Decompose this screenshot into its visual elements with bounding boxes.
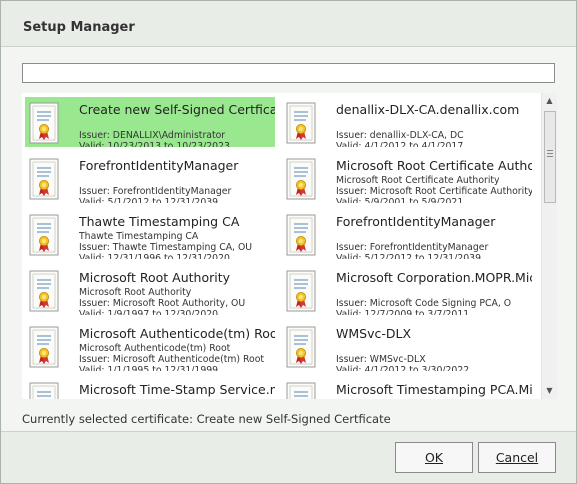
- cancel-button[interactable]: Cancel: [478, 442, 556, 473]
- certificate-detail-line: Valid: 10/23/2013 to 10/23/2023: [79, 141, 230, 147]
- certificate-title: WMSvc-DLX: [336, 326, 412, 341]
- certificate-detail-line: Issuer: DENALLIX\Administrator: [79, 130, 226, 141]
- certificate-details: Issuer: DENALLIX\Administrator Valid: 10/…: [79, 119, 275, 147]
- certificate-detail-line: [336, 287, 532, 298]
- certificate-item[interactable]: Microsoft Timestamping PCA.Microsoft: [282, 377, 532, 399]
- certificate-detail-line: Issuer: Microsoft Code Signing PCA, O: [336, 298, 512, 309]
- certificate-title: Microsoft Corporation.MOPR.Microsoft Cor…: [336, 270, 532, 285]
- certificate-details: Microsoft Authenticode(tm) Root Issuer: M…: [79, 343, 275, 371]
- certificate-detail-line: Thawte Timestamping CA: [79, 231, 199, 242]
- vertical-scrollbar[interactable]: ▲ ▼: [541, 93, 557, 399]
- certificate-item[interactable]: Microsoft Corporation.MOPR.Microsoft Cor…: [282, 265, 532, 315]
- certificate-title: Microsoft Authenticode(tm) Root Authorit…: [79, 326, 275, 341]
- certificate-details: Issuer: WMSvc-DLX Valid: 4/1/2012 to 3/30…: [336, 343, 532, 371]
- scroll-up-arrow-icon[interactable]: ▲: [542, 93, 557, 109]
- certificate-icon: [286, 214, 316, 256]
- certificate-detail-line: Issuer: ForefrontIdentityManager: [79, 186, 232, 197]
- certificate-item[interactable]: Microsoft Root Certificate AuthorityMicr…: [282, 153, 532, 203]
- title-bar: Setup Manager: [1, 1, 576, 47]
- thumb-grip-icon: [547, 150, 553, 157]
- certificate-icon: [286, 158, 316, 200]
- search-input[interactable]: [22, 63, 555, 83]
- certificate-title: Create new Self-Signed Certficate: [79, 102, 275, 117]
- certificate-icon: [286, 326, 316, 368]
- certificate-details: Issuer: denallix-DLX-CA, DC Valid: 4/1/20…: [336, 119, 532, 147]
- certificate-item[interactable]: Microsoft Root Authority Microsoft Root A…: [25, 265, 275, 315]
- certificate-item[interactable]: Microsoft Time-Stamp Service.microsoft.c…: [25, 377, 275, 399]
- certificate-icon: [29, 158, 59, 200]
- certificate-details: Issuer: ForefrontIdentityManager Valid: 5…: [336, 231, 532, 259]
- certificate-detail-line: Issuer: Microsoft Root Authority, OU: [79, 298, 246, 309]
- selected-certificate-status: Currently selected certificate: Create n…: [22, 412, 391, 426]
- certificate-title: Microsoft Time-Stamp Service.microsoft.c…: [79, 382, 275, 397]
- certificate-detail-line: [336, 231, 532, 242]
- certificate-detail-line: Issuer: Thawte Timestamping CA, OU: [79, 242, 253, 253]
- certificate-detail-line: [79, 175, 275, 186]
- certificate-icon: [286, 102, 316, 144]
- certificate-title: denallix-DLX-CA.denallix.com: [336, 102, 520, 117]
- certificate-detail-line: Microsoft Authenticode(tm) Root: [79, 343, 231, 354]
- certificate-title: Microsoft Timestamping PCA.Microsoft: [336, 382, 532, 397]
- certificate-item[interactable]: denallix-DLX-CA.denallix.com Issuer: dena…: [282, 97, 532, 147]
- certificate-detail-line: Microsoft Root Authority: [79, 287, 192, 298]
- certificate-item[interactable]: ForefrontIdentityManager Issuer: Forefron…: [25, 153, 275, 203]
- certificate-icon: [29, 382, 59, 399]
- certificate-detail-line: [79, 119, 275, 130]
- certificate-detail-line: Valid: 1/1/1995 to 12/31/1999: [79, 365, 219, 371]
- certificate-detail-line: Issuer: Microsoft Root Certificate Autho…: [336, 186, 532, 197]
- certificate-detail-line: Microsoft Root Certificate Authority: [336, 175, 500, 186]
- certificate-icon: [286, 270, 316, 312]
- certificate-icon: [286, 382, 316, 399]
- certificate-detail-line: Valid: 5/1/2012 to 12/31/2039: [79, 197, 219, 203]
- certificate-title: Microsoft Root Authority: [79, 270, 231, 285]
- ok-button[interactable]: OK: [395, 442, 473, 473]
- certificate-item[interactable]: WMSvc-DLX Issuer: WMSvc-DLX Valid: 4/1/201…: [282, 321, 532, 371]
- certificate-title: ForefrontIdentityManager: [336, 214, 496, 229]
- certificate-item[interactable]: Microsoft Authenticode(tm) Root Authorit…: [25, 321, 275, 371]
- certificate-detail-line: Issuer: Microsoft Authenticode(tm) Root: [79, 354, 265, 365]
- certificate-list[interactable]: Create new Self-Signed Certficate Issuer:…: [22, 93, 557, 399]
- certificate-title: Thawte Timestamping CA: [79, 214, 240, 229]
- certificate-detail-line: Valid: 1/9/1997 to 12/30/2020: [79, 309, 219, 315]
- certificate-detail-line: Valid: 4/1/2012 to 3/30/2022: [336, 365, 470, 371]
- setup-manager-dialog: Setup Manager Create new Self-Signed Cer…: [0, 0, 577, 484]
- certificate-details: Microsoft Root Authority Issuer: Microsof…: [79, 287, 275, 315]
- certificate-detail-line: [336, 119, 532, 130]
- window-title: Setup Manager: [23, 20, 135, 35]
- certificate-detail-line: [336, 343, 532, 354]
- certificate-details: Microsoft Root Certificate Authority Issu…: [336, 175, 532, 203]
- certificate-details: Issuer: Microsoft Code Signing PCA, O Val…: [336, 287, 532, 315]
- dialog-footer: OK Cancel: [1, 431, 576, 483]
- certificate-icon: [29, 214, 59, 256]
- certificate-detail-line: Valid: 12/31/1996 to 12/31/2020: [79, 253, 230, 259]
- certificate-title: Microsoft Root Certificate Authority: [336, 158, 532, 173]
- certificate-details: Thawte Timestamping CA Issuer: Thawte Tim…: [79, 231, 275, 259]
- scroll-down-arrow-icon[interactable]: ▼: [542, 383, 557, 399]
- certificate-title: ForefrontIdentityManager: [79, 158, 239, 173]
- cancel-button-label: Cancel: [495, 450, 539, 465]
- certificate-detail-line: Valid: 5/12/2012 to 12/31/2039: [336, 253, 481, 259]
- certificate-icon: [29, 102, 59, 144]
- certificate-detail-line: Issuer: denallix-DLX-CA, DC: [336, 130, 464, 141]
- ok-button-label: OK: [424, 450, 444, 465]
- certificate-icon: [29, 326, 59, 368]
- certificate-icon: [29, 270, 59, 312]
- certificate-item[interactable]: Create new Self-Signed Certficate Issuer:…: [25, 97, 275, 147]
- certificate-detail-line: Valid: 12/7/2009 to 3/7/2011: [336, 309, 470, 315]
- certificate-item[interactable]: ForefrontIdentityManager Issuer: Forefron…: [282, 209, 532, 259]
- certificate-details: Issuer: ForefrontIdentityManager Valid: 5…: [79, 175, 275, 203]
- certificate-detail-line: Issuer: ForefrontIdentityManager: [336, 242, 489, 253]
- certificate-detail-line: Valid: 4/1/2012 to 4/1/2017: [336, 141, 464, 147]
- certificate-detail-line: Valid: 5/9/2001 to 5/9/2021: [336, 197, 464, 203]
- scroll-thumb[interactable]: [544, 111, 556, 203]
- certificate-item[interactable]: Thawte Timestamping CA Thawte Timestampin…: [25, 209, 275, 259]
- certificate-detail-line: Issuer: WMSvc-DLX: [336, 354, 426, 365]
